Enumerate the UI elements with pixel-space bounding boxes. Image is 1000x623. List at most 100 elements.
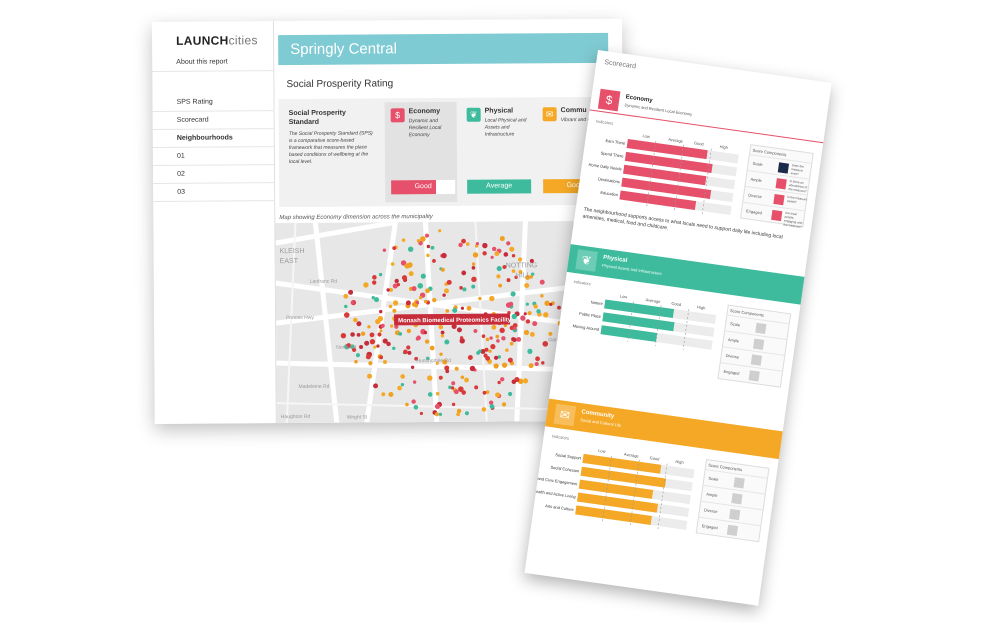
map-point[interactable] [513,326,517,331]
map-point[interactable] [398,331,403,336]
map-point[interactable] [497,380,501,385]
map-point[interactable] [408,271,414,277]
map-point[interactable] [359,345,364,350]
map-point[interactable] [438,229,442,233]
map-point[interactable] [471,284,476,289]
map-point[interactable] [529,332,535,337]
map-point[interactable] [424,339,430,344]
map-point[interactable] [406,328,412,334]
map-point[interactable] [458,242,463,248]
map-point[interactable] [467,354,473,360]
map-point[interactable] [481,334,486,338]
map-point[interactable] [425,288,430,294]
map-point[interactable] [368,361,373,366]
map-point[interactable] [379,355,384,360]
map-point[interactable] [397,385,402,391]
map-point[interactable] [445,309,450,313]
map-point[interactable] [464,411,469,416]
map-point[interactable] [478,349,482,353]
map-point[interactable] [485,355,491,361]
map-point[interactable] [396,282,401,287]
map-point[interactable] [490,255,494,259]
map-point[interactable] [407,246,414,252]
map-point[interactable] [372,280,377,285]
map-point[interactable] [460,375,465,380]
map-point[interactable] [403,349,408,355]
map-point[interactable] [499,327,505,334]
map-point[interactable] [382,248,387,252]
map-point[interactable] [557,305,561,310]
map-point[interactable] [392,300,399,306]
map-point[interactable] [532,321,538,327]
map-point[interactable] [364,340,370,346]
map-point[interactable] [376,344,380,348]
map-point[interactable] [424,233,429,238]
map-point[interactable] [489,404,495,409]
map-point[interactable] [367,373,373,379]
map-point[interactable] [412,380,417,384]
map-point[interactable] [350,332,355,337]
map-point[interactable] [478,296,482,301]
map-point[interactable] [471,266,476,270]
sidebar-item-scorecard[interactable]: Scorecard [152,111,275,130]
map-point[interactable] [394,324,399,329]
map-point[interactable] [474,385,479,390]
map-point[interactable] [523,329,530,336]
map-point[interactable] [499,236,505,242]
map-point[interactable] [516,337,522,342]
sidebar-item-01[interactable]: 01 [152,147,276,166]
map-point[interactable] [488,400,494,405]
map-point[interactable] [443,288,449,294]
map-point[interactable] [471,262,476,266]
map-point[interactable] [506,241,511,246]
map-point[interactable] [482,390,487,395]
map-point[interactable] [444,339,450,345]
map-point[interactable] [490,344,496,350]
map-point[interactable] [525,302,529,306]
map-point[interactable] [426,253,430,258]
map-point[interactable] [429,345,435,351]
map-point[interactable] [495,392,501,398]
map-point[interactable] [482,251,487,256]
map-point[interactable] [377,316,384,322]
map-point[interactable] [464,377,469,383]
map-point[interactable] [434,412,440,417]
map-point[interactable] [392,246,397,251]
map-point[interactable] [511,379,517,385]
map-point[interactable] [416,239,421,243]
map-point[interactable] [511,337,516,342]
map-point[interactable] [411,286,417,292]
map-point[interactable] [459,286,463,290]
map-point[interactable] [348,289,354,295]
map-point[interactable] [461,270,467,276]
map-point[interactable] [454,366,459,371]
map-point[interactable] [525,319,531,324]
map-point[interactable] [445,369,450,374]
map-point[interactable] [426,244,431,249]
map-point[interactable] [509,246,515,252]
map-point[interactable] [439,352,443,356]
map-point[interactable] [369,332,375,338]
map-point[interactable] [377,332,382,337]
map-point[interactable] [355,353,361,358]
map-point[interactable] [493,355,499,360]
map-point[interactable] [548,331,553,336]
map-point[interactable] [354,359,358,364]
map-point[interactable] [541,361,545,365]
map-point[interactable] [495,334,500,339]
map-point[interactable] [473,328,478,333]
map-point[interactable] [379,309,383,314]
map-point[interactable] [501,362,508,368]
map-point[interactable] [523,312,527,316]
map-point[interactable] [524,282,530,288]
map-point[interactable] [367,325,371,329]
card-physical[interactable]: ❦ Physical Local Physical and Assets and… [461,101,534,202]
map-point[interactable] [542,341,549,347]
map-point[interactable] [466,305,472,311]
map-point[interactable] [427,375,433,381]
map-point[interactable] [539,279,545,285]
map-point[interactable] [481,407,487,412]
map-point[interactable] [430,245,435,250]
map-point[interactable] [491,324,497,330]
sidebar-item-02[interactable]: 02 [153,165,276,184]
